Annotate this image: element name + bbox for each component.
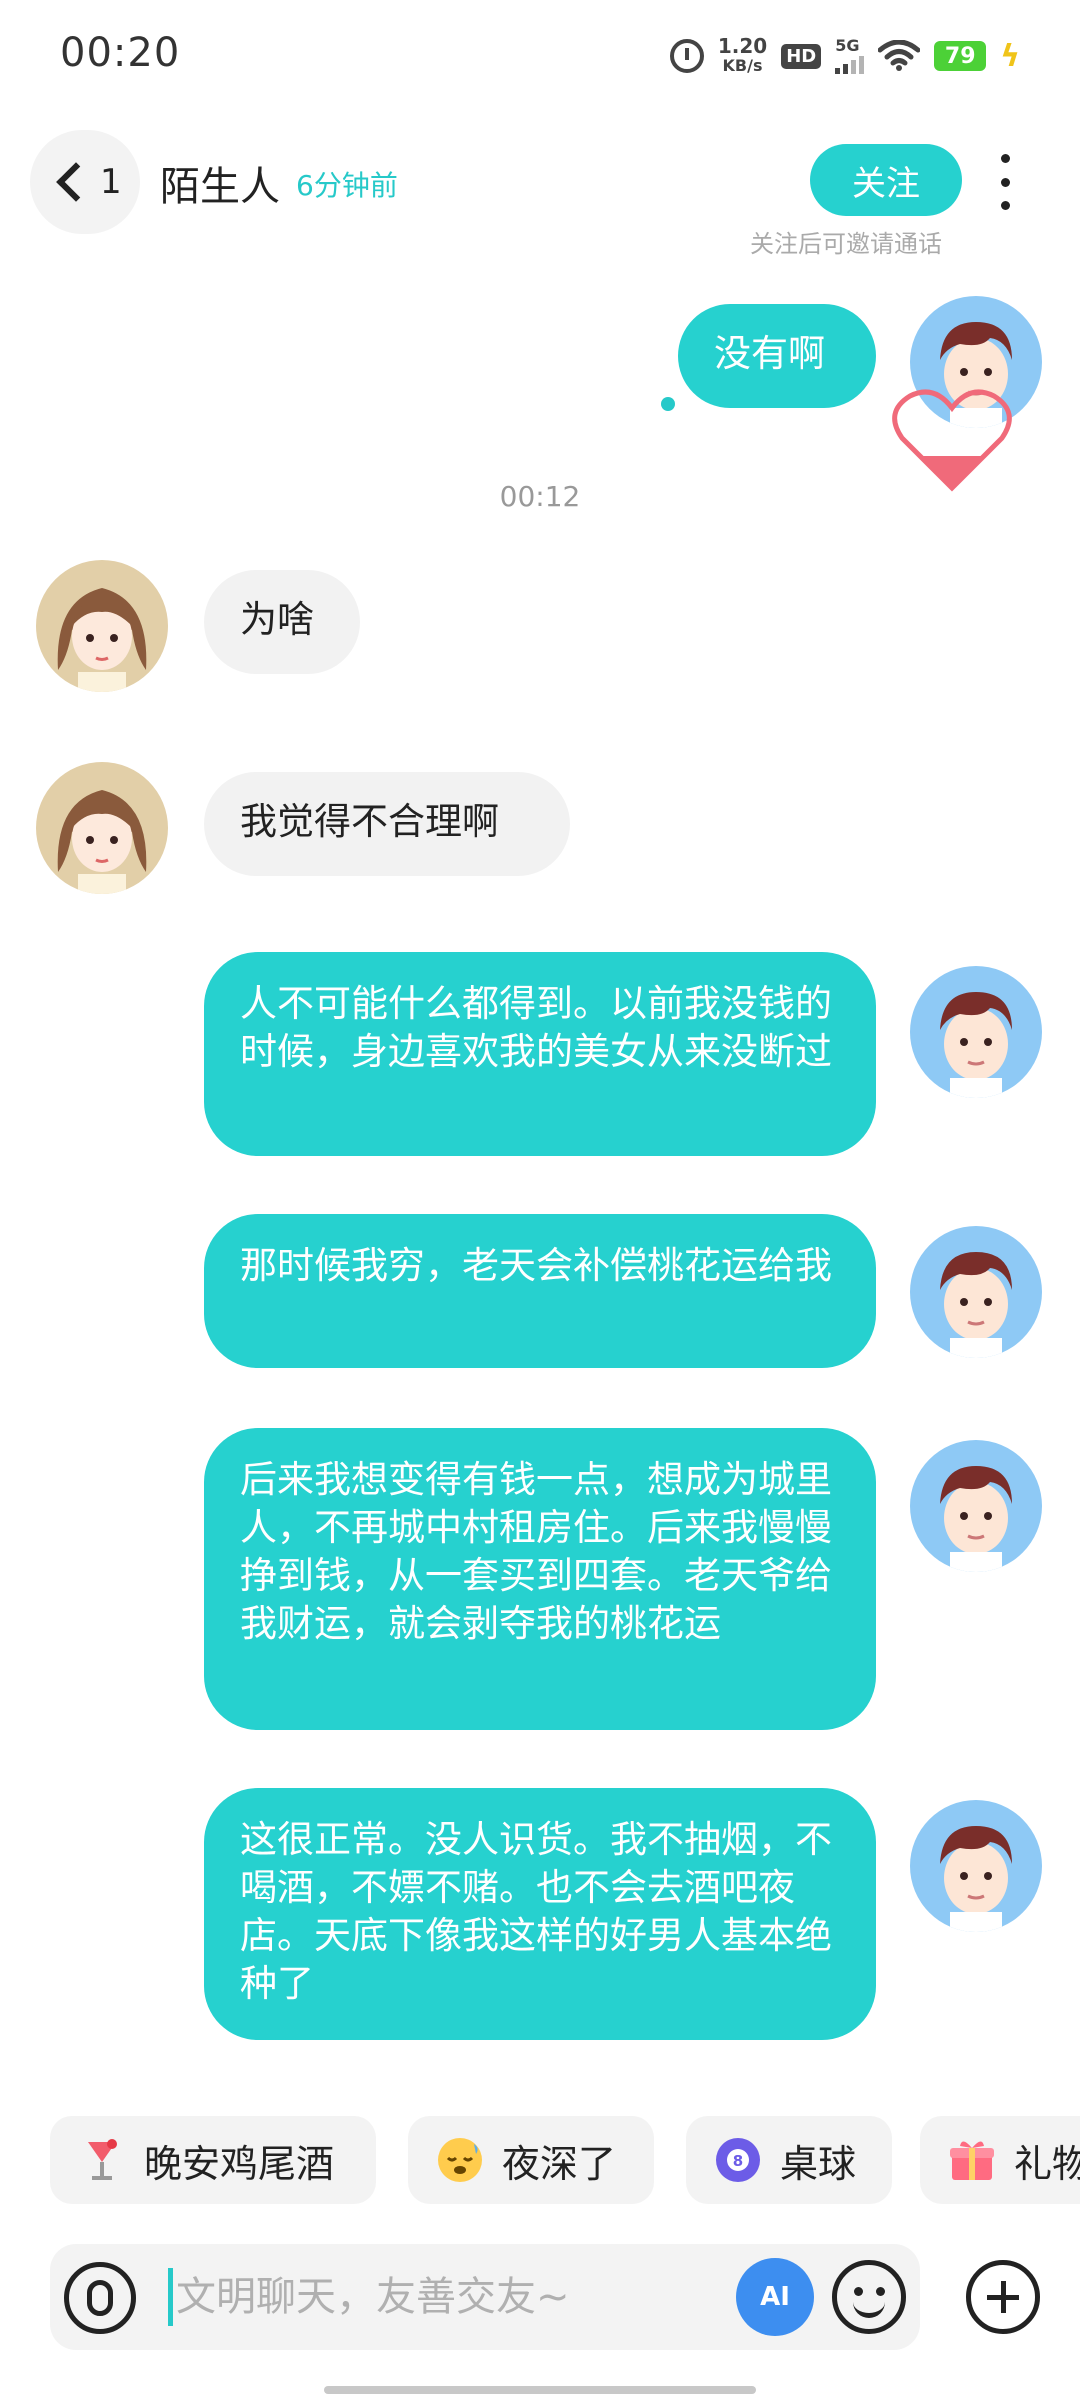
emoji-icon[interactable] [832,2260,906,2334]
chip-label: 礼物 [1014,2141,1080,2186]
hd-badge: HD [781,43,822,69]
my-avatar[interactable] [910,966,1042,1098]
plus-icon[interactable] [966,2260,1040,2334]
last-seen: 6分钟前 [296,169,398,202]
unread-dot [661,397,675,411]
ai-assistant-icon[interactable]: AI [736,2258,814,2336]
net-speed-unit: KB/s [722,56,763,75]
chip-cocktail[interactable]: 晚安鸡尾酒 [50,2116,376,2204]
cocktail-icon [78,2136,126,2184]
message-text: 这很正常。没人识货。我不抽烟，不喝酒，不嫖不赌。也不会去酒吧夜店。天底下像我这样… [240,1818,832,2005]
message-input[interactable] [176,2264,736,2330]
home-indicator [324,2386,756,2394]
ai-label: AI [760,2282,790,2312]
network-type: 5G [835,36,860,55]
follow-button[interactable]: 关注 [810,144,962,216]
message-bubble-sent[interactable]: 没有啊 [678,304,876,408]
message-bubble-sent[interactable]: 那时候我穷，老天会补偿桃花运给我 [204,1214,876,1368]
message-bubble-received[interactable]: 为啥 [204,570,360,674]
message-bubble-received[interactable]: 我觉得不合理啊 [204,772,570,876]
time-separator: 00:12 [499,480,581,513]
net-speed-value: 1.20 [717,34,768,58]
message-text: 后来我想变得有钱一点，想成为城里人，不再城中村租房住。后来我慢慢挣到钱，从一套买… [240,1458,832,1645]
my-avatar[interactable] [910,1226,1042,1358]
message-text: 为啥 [240,598,314,641]
svg-text:8: 8 [733,2152,743,2170]
message-bubble-sent[interactable]: 这很正常。没人识货。我不抽烟，不喝酒，不嫖不赌。也不会去酒吧夜店。天底下像我这样… [204,1788,876,2040]
chip-late-night[interactable]: 夜深了 [408,2116,654,2204]
message-text: 那时候我穷，老天会补偿桃花运给我 [240,1244,832,1287]
wifi-icon [878,40,921,71]
chip-gift[interactable]: 礼物 [920,2116,1080,2204]
battery-level: 79 [944,43,976,69]
peer-avatar[interactable] [36,762,168,894]
quick-reply-chips: 晚安鸡尾酒 夜深了 8 桌球 礼物 [0,2116,1080,2206]
unread-count: 1 [100,162,122,202]
message-text: 人不可能什么都得到。以前我没钱的时候，身边喜欢我的美女从来没断过 [240,982,832,1073]
status-icons: 1.20 KB/s HD 5G 79 ϟ [669,34,1020,78]
heart-icon [892,389,1012,492]
chat-header: 1 陌生人 6分钟前 关注 关注后可邀请通话 [0,120,1080,260]
chip-label: 桌球 [780,2141,857,2186]
alarm-icon [669,39,704,73]
status-time: 00:20 [60,30,181,76]
my-avatar[interactable] [910,1440,1042,1572]
chip-label: 晚安鸡尾酒 [144,2141,335,2186]
chevron-left-icon [56,162,96,202]
back-button[interactable]: 1 [30,130,140,234]
more-options-icon[interactable] [990,154,1020,210]
voice-input-icon[interactable] [64,2262,136,2334]
gift-icon [948,2136,996,2184]
text-caret [168,2268,173,2326]
chip-billiards[interactable]: 8 桌球 [686,2116,892,2204]
sleepy-face-icon [436,2136,484,2184]
cellular-signal-icon: 5G [835,36,865,74]
message-text: 没有啊 [714,332,825,375]
charging-icon: ϟ [1000,38,1020,74]
battery-icon: 79 [934,41,987,71]
message-bubble-sent[interactable]: 后来我想变得有钱一点，想成为城里人，不再城中村租房住。后来我慢慢挣到钱，从一套买… [204,1428,876,1730]
billiard-ball-icon: 8 [714,2136,762,2184]
peer-avatar[interactable] [36,560,168,692]
peer-name: 陌生人 [160,164,280,210]
message-bubble-sent[interactable]: 人不可能什么都得到。以前我没钱的时候，身边喜欢我的美女从来没断过 [204,952,876,1156]
status-bar: 00:20 1.20 KB/s HD 5G 79 ϟ [0,0,1080,110]
message-text: 我觉得不合理啊 [240,800,499,843]
message-input-bar: AI [50,2244,920,2350]
my-avatar[interactable] [910,1800,1042,1932]
chip-label: 夜深了 [502,2141,617,2186]
follow-hint: 关注后可邀请通话 [750,230,942,258]
network-speed: 1.20 KB/s [718,36,767,76]
